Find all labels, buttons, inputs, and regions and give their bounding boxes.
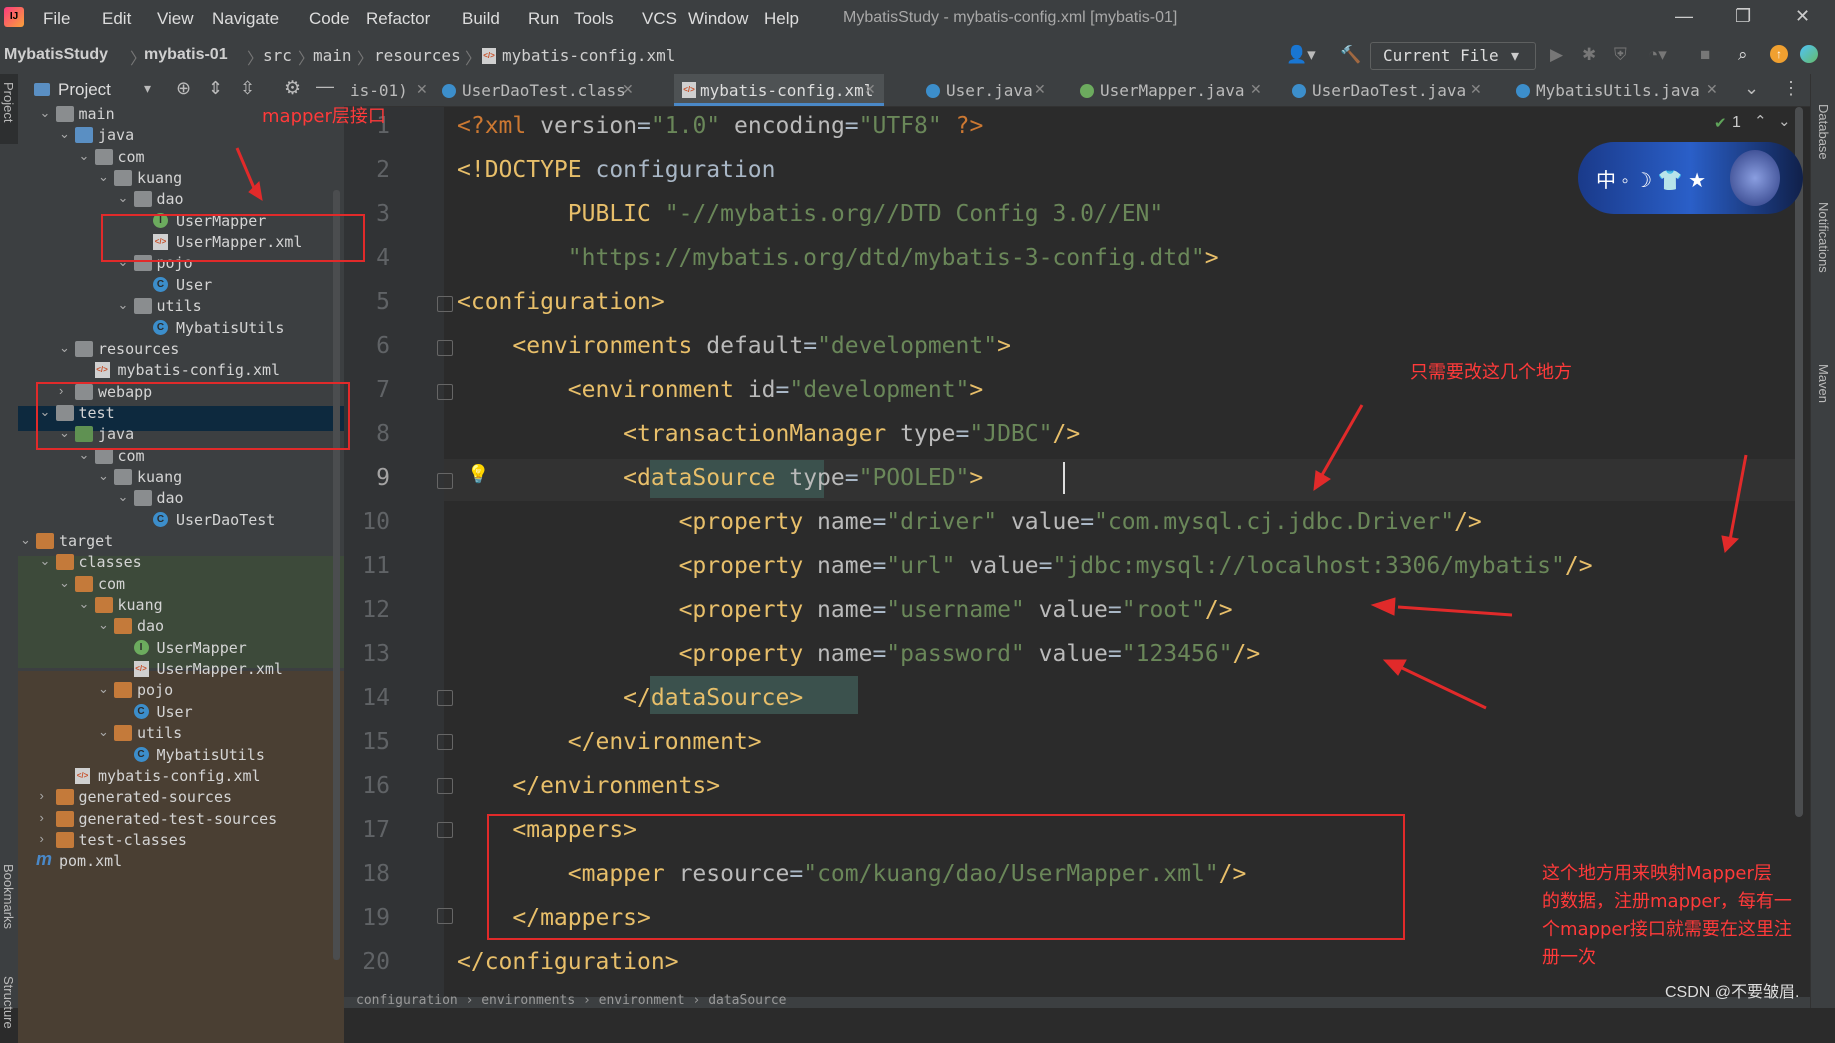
watermark: CSDN @不要皱眉. [1665,984,1800,1001]
status-breadcrumb[interactable]: configuration › environments › environme… [356,993,786,1008]
arrow-to-password [1399,665,1487,710]
arrow-to-url [1728,454,1748,541]
status-breadcrumb-bar: configuration › environments › environme… [344,993,1810,1008]
annotation-arrows [235,147,1748,710]
arrow-to-datasource [1320,404,1364,476]
arrow-head [1370,597,1396,616]
arrow-to-usermapper [235,147,256,189]
arrow-head [248,180,263,202]
arrow-to-username [1397,605,1513,617]
arrow-head [1721,535,1740,554]
